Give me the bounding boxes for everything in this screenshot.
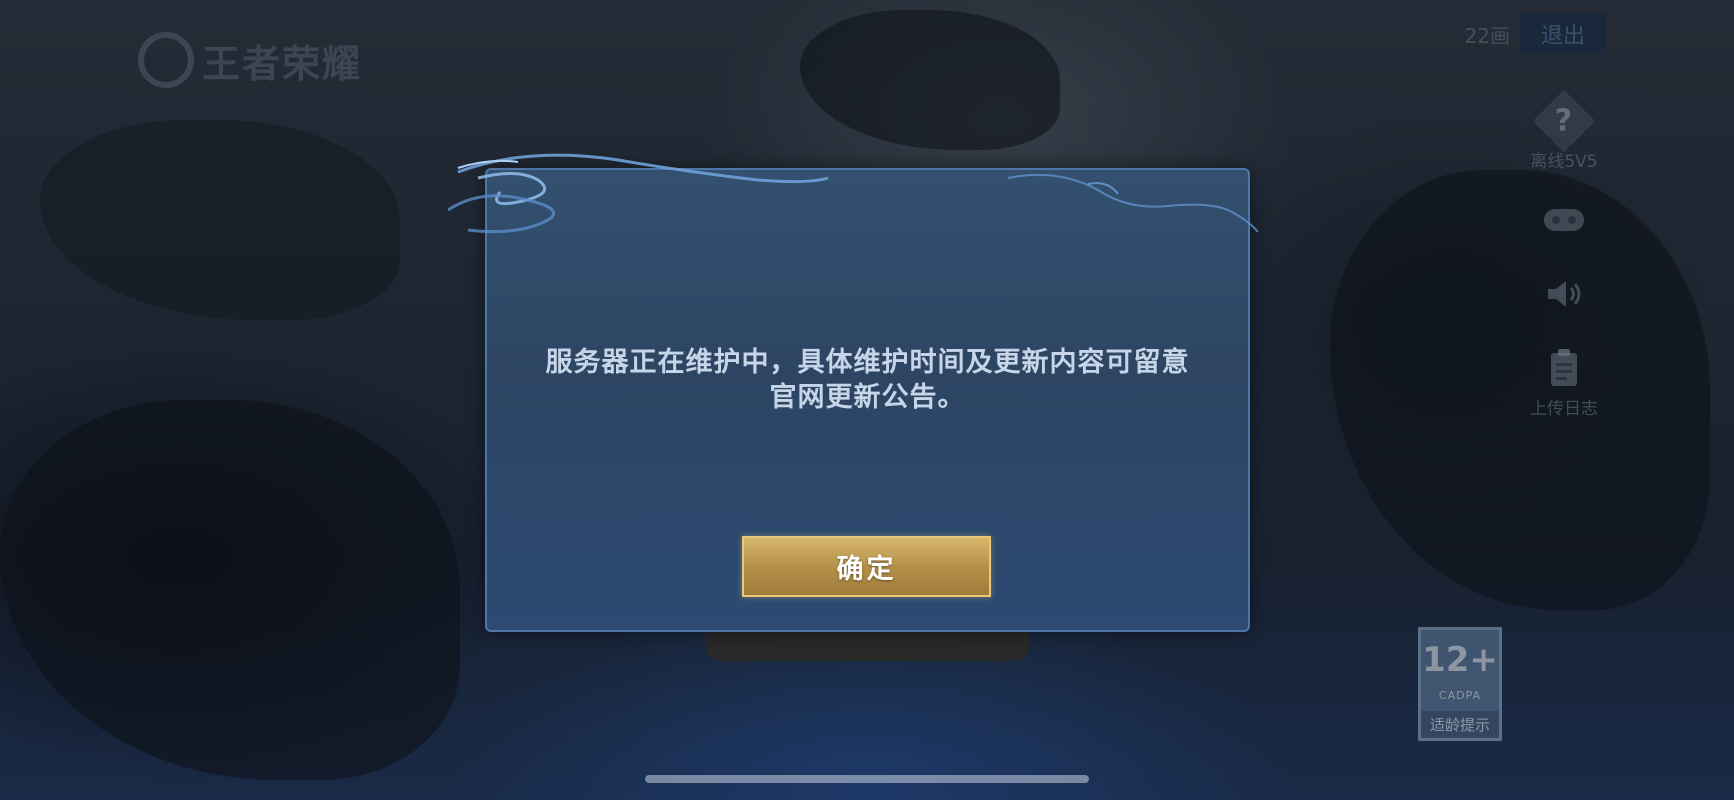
confirm-button[interactable]: 确定 — [742, 536, 991, 597]
dialog-message-line1: 服务器正在维护中，具体维护时间及更新内容可留意 — [545, 347, 1190, 378]
dialog-message: 服务器正在维护中，具体维护时间及更新内容可留意 官网更新公告。 — [487, 345, 1248, 415]
home-indicator[interactable] — [645, 775, 1089, 783]
dialog-message-line2: 官网更新公告。 — [769, 382, 966, 413]
